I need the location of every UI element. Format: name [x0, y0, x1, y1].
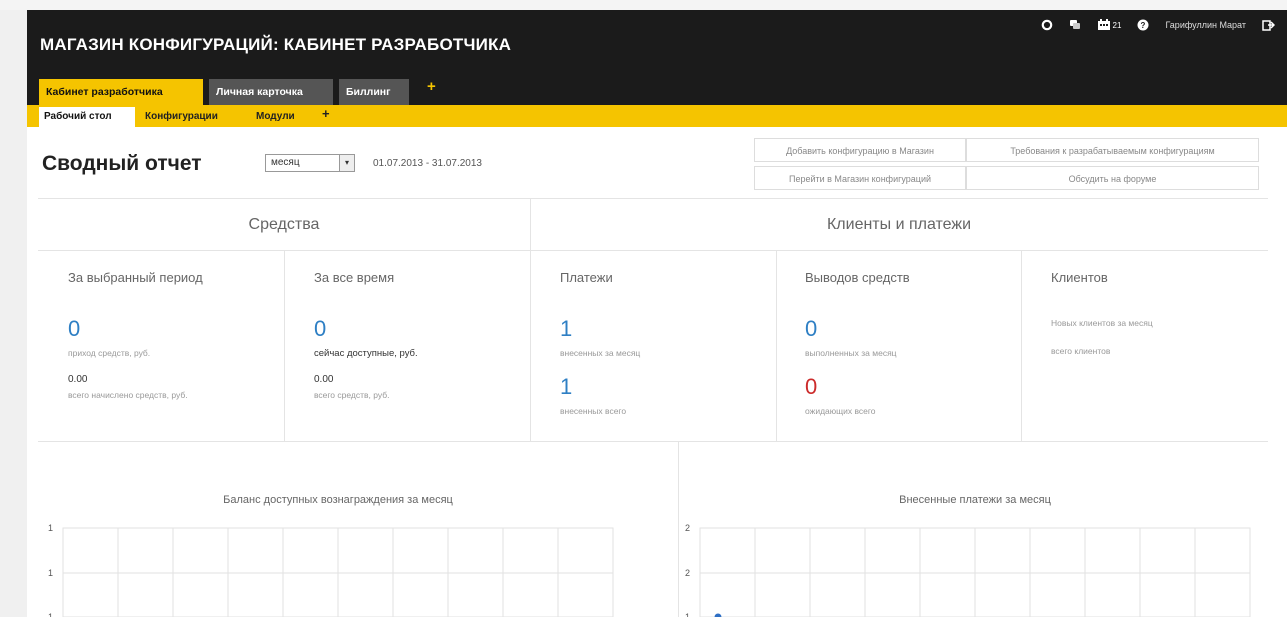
calendar-count: 21	[1112, 20, 1122, 30]
subtab-configurations[interactable]: Конфигурации	[140, 107, 246, 127]
chart-balance-title: Баланс доступных вознаграждения за месяц	[223, 494, 453, 506]
chevron-down-icon[interactable]: ▾	[339, 155, 354, 171]
withdrawals-pending-value: 0	[805, 374, 818, 399]
total-customers-label: всего клиентов	[1051, 346, 1111, 356]
all-time-total-value: 0.00	[314, 374, 334, 385]
go-to-store-link[interactable]: Перейти в Магазин конфигураций	[754, 166, 966, 190]
withdrawals-heading: Выводов средств	[805, 270, 910, 285]
period-total-label: всего начислено средств, руб.	[68, 390, 188, 400]
logout-icon[interactable]	[1262, 19, 1275, 31]
app-window: МАГАЗИН КОНФИГУРАЦИЙ: КАБИНЕТ РАЗРАБОТЧИ…	[27, 10, 1287, 617]
y-tick-label: 1	[48, 612, 53, 617]
y-tick-label: 1	[48, 523, 53, 533]
settings-icon[interactable]	[1041, 19, 1053, 31]
date-range: 01.07.2013 - 31.07.2013	[373, 158, 482, 169]
withdrawals-pending-label: ожидающих всего	[805, 406, 876, 416]
payments-month-value: 1	[560, 316, 573, 341]
funds-section-title: Средства	[248, 216, 320, 233]
payments-heading: Платежи	[560, 270, 613, 285]
main-tabs-bar: Кабинет разработчика Личная карточка Бил…	[27, 75, 1287, 105]
divider	[1021, 250, 1022, 441]
y-tick-label: 2	[685, 523, 690, 533]
chart-payments-title: Внесенные платежи за месяц	[899, 494, 1051, 506]
subtab-desktop[interactable]: Рабочий стол	[39, 107, 135, 127]
sub-tabs-bar: Рабочий стол Конфигурации Модули +	[27, 105, 1287, 127]
app-title: МАГАЗИН КОНФИГУРАЦИЙ: КАБИНЕТ РАЗРАБОТЧИ…	[40, 35, 512, 54]
payments-month-label: внесенных за месяц	[560, 348, 641, 358]
clients-section-title: Клиенты и платежи	[826, 216, 972, 233]
help-icon[interactable]: ?	[1137, 19, 1149, 31]
add-tab-plus-icon[interactable]: +	[427, 78, 436, 95]
page-title: Сводный отчет	[42, 152, 202, 175]
payments-total-label: внесенных всего	[560, 406, 627, 416]
user-name-link[interactable]: Гарифуллин Марат	[1165, 20, 1246, 30]
y-tick-label: 2	[685, 568, 690, 578]
period-income-label: приход средств, руб.	[68, 348, 151, 358]
y-tick-label: 1	[48, 568, 53, 578]
period-select[interactable]: месяц ▾	[265, 154, 355, 172]
quick-links: Добавить конфигурацию в Магазин Требован…	[754, 138, 1259, 192]
y-tick-label: 1	[685, 612, 690, 617]
window-top-strip	[0, 0, 1287, 10]
payments-total-value: 1	[560, 374, 573, 399]
chat-icon[interactable]	[1069, 19, 1081, 31]
available-now-value: 0	[314, 316, 327, 341]
requirements-link[interactable]: Требования к разрабатываемым конфигураци…	[966, 138, 1259, 162]
customers-heading: Клиентов	[1051, 270, 1108, 285]
available-now-label: сейчас доступные, руб.	[314, 348, 418, 359]
forum-link[interactable]: Обсудить на форуме	[966, 166, 1259, 190]
divider	[284, 250, 285, 441]
add-configuration-link[interactable]: Добавить конфигурацию в Магазин	[754, 138, 966, 162]
period-heading: За выбранный период	[68, 270, 203, 285]
chart-balance-plot: 1 1 1	[48, 523, 614, 617]
divider	[38, 441, 1268, 442]
divider	[38, 198, 1268, 199]
all-time-total-label: всего средств, руб.	[314, 390, 390, 400]
period-total-value: 0.00	[68, 374, 88, 385]
divider	[776, 250, 777, 441]
withdrawals-month-value: 0	[805, 316, 818, 341]
period-select-value: месяц	[271, 157, 300, 168]
tab-billing[interactable]: Биллинг	[339, 79, 409, 105]
divider	[530, 198, 531, 441]
header-toolbar: 21 ? Гарифуллин Марат	[1041, 19, 1275, 31]
add-subtab-plus-icon[interactable]: +	[322, 106, 330, 121]
withdrawals-month-label: выполненных за месяц	[805, 348, 897, 358]
period-income-value: 0	[68, 316, 81, 341]
all-time-heading: За все время	[314, 270, 395, 285]
tab-personal-card[interactable]: Личная карточка	[209, 79, 333, 105]
top-header: МАГАЗИН КОНФИГУРАЦИЙ: КАБИНЕТ РАЗРАБОТЧИ…	[27, 10, 1287, 75]
divider	[38, 250, 1268, 251]
calendar-icon[interactable]: 21	[1097, 19, 1122, 31]
chart-payments-plot: 2 2 1	[685, 523, 1251, 617]
tab-developer-cabinet[interactable]: Кабинет разработчика	[39, 79, 203, 105]
svg-text:?: ?	[1141, 21, 1146, 30]
new-customers-label: Новых клиентов за месяц	[1051, 318, 1153, 328]
subtab-modules[interactable]: Модули	[251, 107, 313, 127]
